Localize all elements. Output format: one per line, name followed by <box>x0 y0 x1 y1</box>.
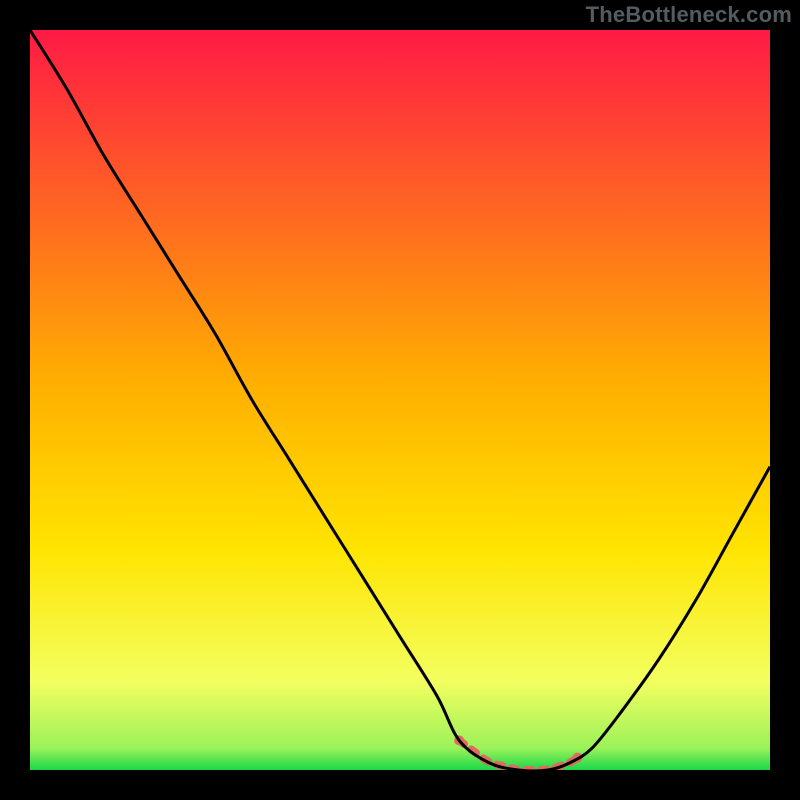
chart-frame: TheBottleneck.com <box>0 0 800 800</box>
bottleneck-chart <box>30 30 770 770</box>
plot-area <box>30 30 770 770</box>
watermark-text: TheBottleneck.com <box>586 2 792 28</box>
